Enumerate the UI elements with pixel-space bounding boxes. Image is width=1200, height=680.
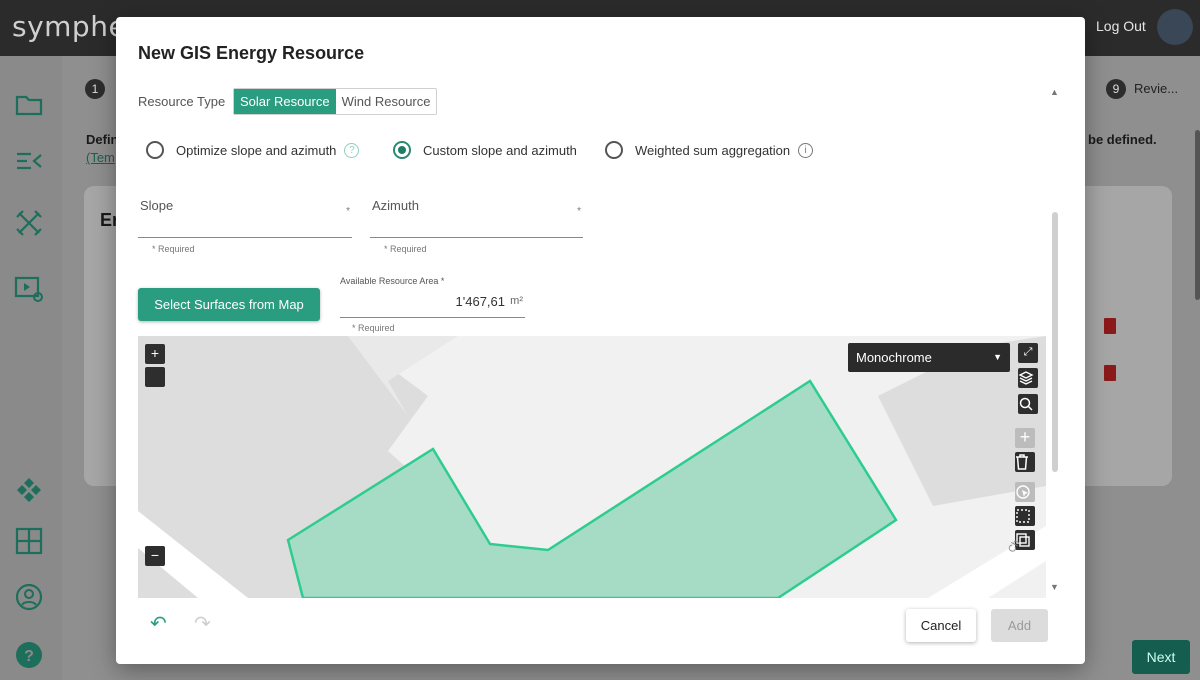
option-optimize[interactable]: Optimize slope and azimuth ? (146, 141, 360, 159)
area-label: Available Resource Area * (340, 276, 445, 286)
undo-icon[interactable]: ↶ (150, 611, 167, 636)
azimuth-required-mark: * (577, 206, 581, 217)
scroll-down-arrow-icon[interactable]: ▼ (1050, 582, 1059, 592)
bg-description: Defin (86, 132, 119, 147)
video-settings-icon[interactable] (14, 274, 44, 304)
area-hint: * Required (352, 323, 395, 333)
azimuth-label: Azimuth (372, 198, 419, 213)
redo-icon[interactable]: ↷ (194, 611, 211, 636)
slope-field[interactable]: Slope * (138, 198, 352, 238)
custom-radio[interactable] (393, 141, 411, 159)
basemap-value: Monochrome (856, 350, 932, 365)
zoom-in-button[interactable]: + (145, 344, 165, 364)
list-collapse-icon[interactable] (14, 146, 44, 176)
slope-hint: * Required (152, 244, 195, 254)
solar-resource-button[interactable]: Solar Resource (234, 89, 336, 114)
layers-glyph (1018, 371, 1034, 385)
trash-glyph (1016, 454, 1028, 470)
step-1-badge[interactable]: 1 (85, 79, 105, 99)
trash-icon[interactable] (1104, 365, 1116, 381)
page-scrollbar[interactable] (1195, 130, 1200, 300)
box-select-icon[interactable] (1015, 506, 1035, 526)
optimize-label: Optimize slope and azimuth (176, 142, 337, 158)
draw-add-icon[interactable]: + (1015, 428, 1035, 448)
map-view[interactable]: + − Monochrome ▼ ⤢ + Ch (138, 336, 1046, 598)
basemap-select[interactable]: Monochrome ▼ (848, 343, 1010, 372)
help-icon[interactable]: ? (344, 142, 360, 158)
magnifier-glyph (1019, 397, 1033, 411)
custom-label: Custom slope and azimuth (423, 142, 577, 158)
step-9-badge[interactable]: 9 (1106, 79, 1126, 99)
cursor-glyph (1016, 485, 1030, 499)
map-control-button[interactable] (145, 367, 165, 387)
user-circle-icon[interactable] (14, 582, 44, 612)
weighted-label: Weighted sum aggregation (635, 142, 791, 158)
select-surfaces-button[interactable]: Select Surfaces from Map (138, 288, 320, 321)
dialog-scrollbar[interactable] (1052, 212, 1058, 472)
tools-icon[interactable] (14, 208, 44, 238)
resource-type-toggle: Solar Resource Wind Resource (233, 88, 438, 115)
logout-link[interactable]: Log Out (1096, 18, 1146, 34)
gis-resource-dialog: New GIS Energy Resource ▲ ▼ Resource Typ… (116, 17, 1085, 664)
zoom-out-button[interactable]: − (145, 546, 165, 566)
dialog-title: New GIS Energy Resource (138, 43, 365, 63)
area-value: 1'467,61 (455, 294, 505, 309)
wind-resource-button[interactable]: Wind Resource (336, 89, 437, 114)
info-icon[interactable]: i (798, 142, 814, 158)
fullscreen-icon[interactable]: ⤢ (1018, 343, 1038, 363)
zoom-search-icon[interactable] (1018, 394, 1038, 414)
bg-template-link[interactable]: (Tem (86, 150, 115, 165)
azimuth-hint: * Required (384, 244, 427, 254)
option-weighted[interactable]: Weighted sum aggregation i (605, 141, 814, 159)
add-button[interactable]: Add (991, 609, 1048, 642)
select-cursor-icon[interactable] (1015, 482, 1035, 502)
azimuth-field[interactable]: Azimuth * (370, 198, 583, 238)
box-select-glyph (1016, 509, 1030, 523)
caret-down-icon: ▼ (993, 352, 1002, 362)
slope-required-mark: * (346, 206, 350, 217)
area-unit: m² (510, 295, 523, 307)
slope-label: Slope (140, 198, 174, 213)
svg-text:?: ? (24, 648, 34, 665)
optimize-radio[interactable] (146, 141, 164, 159)
avatar[interactable] (1157, 9, 1193, 45)
map-canvas[interactable] (138, 336, 1046, 598)
cancel-button[interactable]: Cancel (906, 609, 976, 642)
area-field[interactable]: 1'467,61 m² (340, 289, 525, 318)
layers-icon[interactable] (1018, 368, 1038, 388)
option-custom[interactable]: Custom slope and azimuth (393, 141, 577, 159)
bg-description-end: be defined. (1088, 132, 1157, 147)
help-circle-icon[interactable]: ? (14, 640, 44, 670)
grid-icon[interactable] (14, 526, 44, 556)
step-9-label[interactable]: Revie... (1134, 81, 1178, 96)
diamond-grid-icon[interactable] (14, 476, 44, 506)
weighted-radio[interactable] (605, 141, 623, 159)
delete-shape-icon[interactable] (1015, 452, 1035, 472)
left-rail: ? (0, 56, 62, 680)
trash-icon[interactable] (1104, 318, 1116, 334)
next-button[interactable]: Next (1132, 640, 1190, 674)
resource-type-label: Resource Type (138, 94, 226, 109)
scroll-up-arrow-icon[interactable]: ▲ (1050, 87, 1059, 97)
folder-icon[interactable] (14, 90, 44, 120)
app-logo: symphe (12, 10, 127, 43)
